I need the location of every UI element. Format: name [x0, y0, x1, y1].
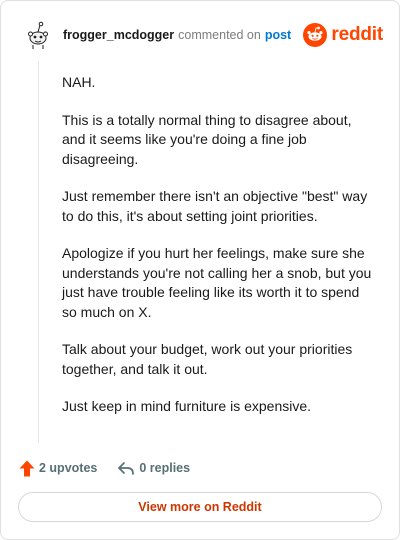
comment-paragraph: Apologize if you hurt her feelings, make… [62, 245, 372, 320]
reply-arrow-icon [118, 462, 135, 475]
view-more-button[interactable]: View more on Reddit [18, 492, 382, 522]
upvote-button[interactable]: 2 upvotes [19, 460, 97, 477]
snoo-avatar-icon[interactable] [21, 18, 55, 52]
reply-count: 0 replies [139, 461, 191, 475]
upvote-arrow-icon [19, 460, 35, 476]
comment-paragraph: This is a totally normal thing to disagr… [62, 111, 352, 167]
post-link[interactable]: post [265, 28, 291, 42]
action-text: commented on [178, 28, 261, 42]
comment-paragraph: NAH. [62, 74, 96, 90]
embedded-comment-card: frogger_mcdogger commented on post reddi… [0, 0, 400, 540]
upvote-count: 2 upvotes [39, 461, 98, 475]
username-link[interactable]: frogger_mcdogger [63, 28, 174, 42]
comment-paragraph: Just keep in mind furniture is expensive… [62, 398, 312, 414]
thread-line [38, 61, 39, 443]
comment-actions: 2 upvotes 0 replies [19, 457, 190, 479]
comment-paragraph: Just remember there isn't an objective "… [62, 188, 368, 224]
comment-paragraph: Talk about your budget, work out your pr… [62, 341, 353, 377]
comment-body: NAH. This is a totally normal thing to d… [62, 73, 372, 435]
reply-button[interactable]: 0 replies [117, 460, 190, 476]
reddit-snoo-icon [303, 23, 328, 47]
reddit-logo[interactable]: reddit [303, 23, 383, 47]
reddit-wordmark: reddit [331, 24, 383, 45]
comment-header: frogger_mcdogger commented on post reddi… [21, 17, 383, 53]
comment-meta: frogger_mcdogger commented on post [63, 28, 291, 42]
